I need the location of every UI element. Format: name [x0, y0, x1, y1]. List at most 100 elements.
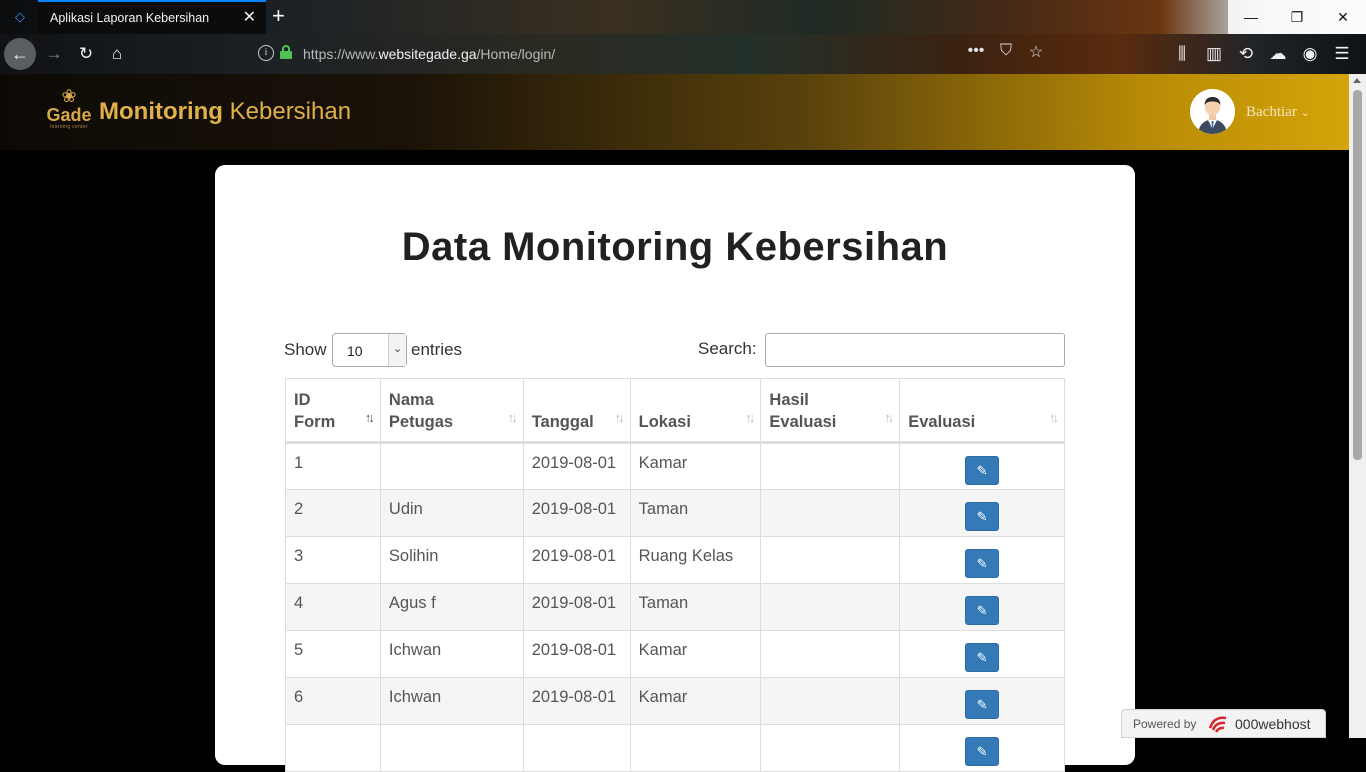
table-row: 5 Ichwan 2019-08-01 Kamar ✎: [285, 630, 1065, 678]
cell-action: ✎: [899, 724, 1065, 772]
pencil-icon: ✎: [976, 509, 988, 524]
extension-icon[interactable]: ☁: [1264, 40, 1292, 68]
header-line: ID: [294, 391, 311, 409]
entries-label: entries: [411, 340, 463, 359]
bookmark-star-icon[interactable]: ☆: [1026, 42, 1046, 62]
entries-select[interactable]: 10 ⌄: [332, 333, 407, 367]
column-header-evaluasi[interactable]: Evaluasi ↑↓: [899, 378, 1065, 444]
page-title: Data Monitoring Kebersihan: [401, 225, 949, 269]
user-menu-toggle[interactable]: Bachtiar ⌄: [1246, 104, 1310, 121]
account-icon[interactable]: ◉: [1296, 40, 1324, 68]
cell-tanggal: 2019-08-01: [522, 630, 631, 678]
cell-hasil: [760, 583, 901, 631]
powered-label: Powered by: [1133, 717, 1197, 731]
browser-tab-active[interactable]: Aplikasi Laporan Kebersihan ✕: [38, 0, 266, 34]
cell-tanggal: [522, 724, 631, 772]
column-header-id-form[interactable]: ID Form ↑↓: [285, 378, 381, 444]
app-header: ❀ Gade learning center Monitoring Kebers…: [0, 74, 1349, 150]
cell-action: ✎: [899, 677, 1065, 725]
search-input[interactable]: [765, 333, 1065, 367]
restore-icon[interactable]: ❐: [1274, 0, 1320, 34]
chevron-down-icon: ⌄: [1300, 107, 1310, 119]
pocket-icon[interactable]: ⛉: [996, 42, 1016, 62]
table-row: 4 Agus f 2019-08-01 Taman ✎: [285, 583, 1065, 631]
cell-hasil: [760, 536, 901, 584]
gade-logo[interactable]: ❀ Gade learning center: [44, 86, 94, 142]
cell-lokasi: Taman: [629, 583, 762, 631]
cell-id: 4: [285, 583, 381, 631]
column-header-hasil-evaluasi[interactable]: Hasil Evaluasi ↑↓: [760, 378, 901, 444]
home-icon[interactable]: ⌂: [103, 40, 131, 68]
page-scrollbar[interactable]: [1349, 74, 1366, 738]
edit-button[interactable]: ✎: [965, 643, 1000, 672]
sort-icon: ↑↓: [1049, 410, 1059, 425]
page-actions-icon[interactable]: •••: [966, 42, 986, 62]
sort-icon: ↑↓: [745, 410, 755, 425]
cell-hasil: [760, 724, 901, 772]
brand-bold: Monitoring: [99, 98, 223, 125]
window-controls: — ❐ ✕: [1228, 0, 1366, 34]
header-line: Lokasi: [638, 413, 691, 431]
window-close-icon[interactable]: ✕: [1320, 0, 1366, 34]
column-header-tanggal[interactable]: Tanggal ↑↓: [522, 378, 631, 444]
lock-icon: [280, 45, 292, 59]
cell-action: ✎: [899, 442, 1065, 490]
cell-nama: Udin: [379, 489, 524, 537]
cell-action: ✎: [899, 489, 1065, 537]
sort-icon: ↑↓: [884, 410, 894, 425]
edit-button[interactable]: ✎: [965, 549, 1000, 578]
sort-icon: ↑↓: [614, 410, 625, 425]
cell-nama: Ichwan: [379, 630, 524, 678]
minimize-icon[interactable]: —: [1228, 0, 1274, 34]
edit-button[interactable]: ✎: [965, 456, 1000, 485]
user-avatar[interactable]: [1190, 89, 1235, 134]
content-card: Data Monitoring Kebersihan Show 10 ⌄ ent…: [215, 165, 1135, 772]
lotus-icon: ❀: [61, 86, 77, 106]
cell-id: 3: [285, 536, 381, 584]
browser-navbar: ← → ↻ ⌂ i https://www.websitegade.ga/Hom…: [0, 34, 1366, 74]
cell-lokasi: [629, 724, 762, 772]
cell-lokasi: Ruang Kelas: [629, 536, 762, 584]
cell-lokasi: Kamar: [629, 630, 762, 678]
header-line: Evaluasi: [769, 413, 837, 431]
sync-icon[interactable]: ⟲: [1232, 40, 1260, 68]
header-line: Tanggal: [531, 413, 594, 431]
back-arrow-icon[interactable]: ←: [4, 38, 36, 70]
tab-close-icon[interactable]: ✕: [243, 9, 256, 27]
table-row: 2 Udin 2019-08-01 Taman ✎: [285, 489, 1065, 537]
scroll-thumb[interactable]: [1353, 90, 1362, 460]
scroll-up-icon[interactable]: [1353, 78, 1361, 83]
username: Bachtiar: [1246, 104, 1297, 120]
cell-lokasi: Taman: [629, 489, 762, 537]
pencil-icon: ✎: [976, 744, 988, 759]
edit-button[interactable]: ✎: [965, 502, 1000, 531]
cell-action: ✎: [899, 630, 1065, 678]
search-label: Search:: [698, 339, 757, 358]
show-label: Show: [284, 340, 327, 359]
powered-by-badge[interactable]: Powered by 000webhost: [1121, 709, 1326, 738]
edit-button[interactable]: ✎: [965, 596, 1000, 625]
new-tab-icon[interactable]: +: [272, 4, 285, 28]
edit-button[interactable]: ✎: [965, 690, 1000, 719]
sidebar-icon[interactable]: ▥: [1200, 40, 1228, 68]
url-bar[interactable]: i https://www.websitegade.ga/Home/login/…: [250, 40, 1043, 68]
edit-button[interactable]: ✎: [965, 737, 1000, 766]
pencil-icon: ✎: [976, 650, 988, 665]
url-text[interactable]: https://www.websitegade.ga/Home/login/: [303, 46, 555, 62]
header-line: Petugas: [388, 413, 454, 431]
column-header-lokasi[interactable]: Lokasi ↑↓: [629, 378, 762, 444]
library-icon[interactable]: ⫼: [1168, 40, 1196, 68]
menu-icon[interactable]: ☰: [1328, 40, 1356, 68]
table-row: 1 2019-08-01 Kamar ✎: [285, 442, 1065, 490]
column-header-nama-petugas[interactable]: Nama Petugas ↑↓: [379, 378, 524, 444]
site-info-icon[interactable]: i: [258, 45, 274, 61]
cell-tanggal: 2019-08-01: [522, 677, 631, 725]
tab-list-icon[interactable]: ◇: [12, 9, 28, 25]
forward-arrow-icon[interactable]: →: [40, 40, 68, 68]
app-brand[interactable]: Monitoring Kebersihan: [99, 98, 351, 126]
pencil-icon: ✎: [976, 556, 988, 571]
entries-select-value: 10: [347, 343, 363, 359]
header-line: Hasil: [769, 391, 809, 409]
reload-icon[interactable]: ↻: [72, 40, 100, 68]
data-table: ID Form ↑↓ Nama Petugas ↑↓ Tanggal ↑↓ Lokasi ↑…: [285, 378, 1065, 772]
